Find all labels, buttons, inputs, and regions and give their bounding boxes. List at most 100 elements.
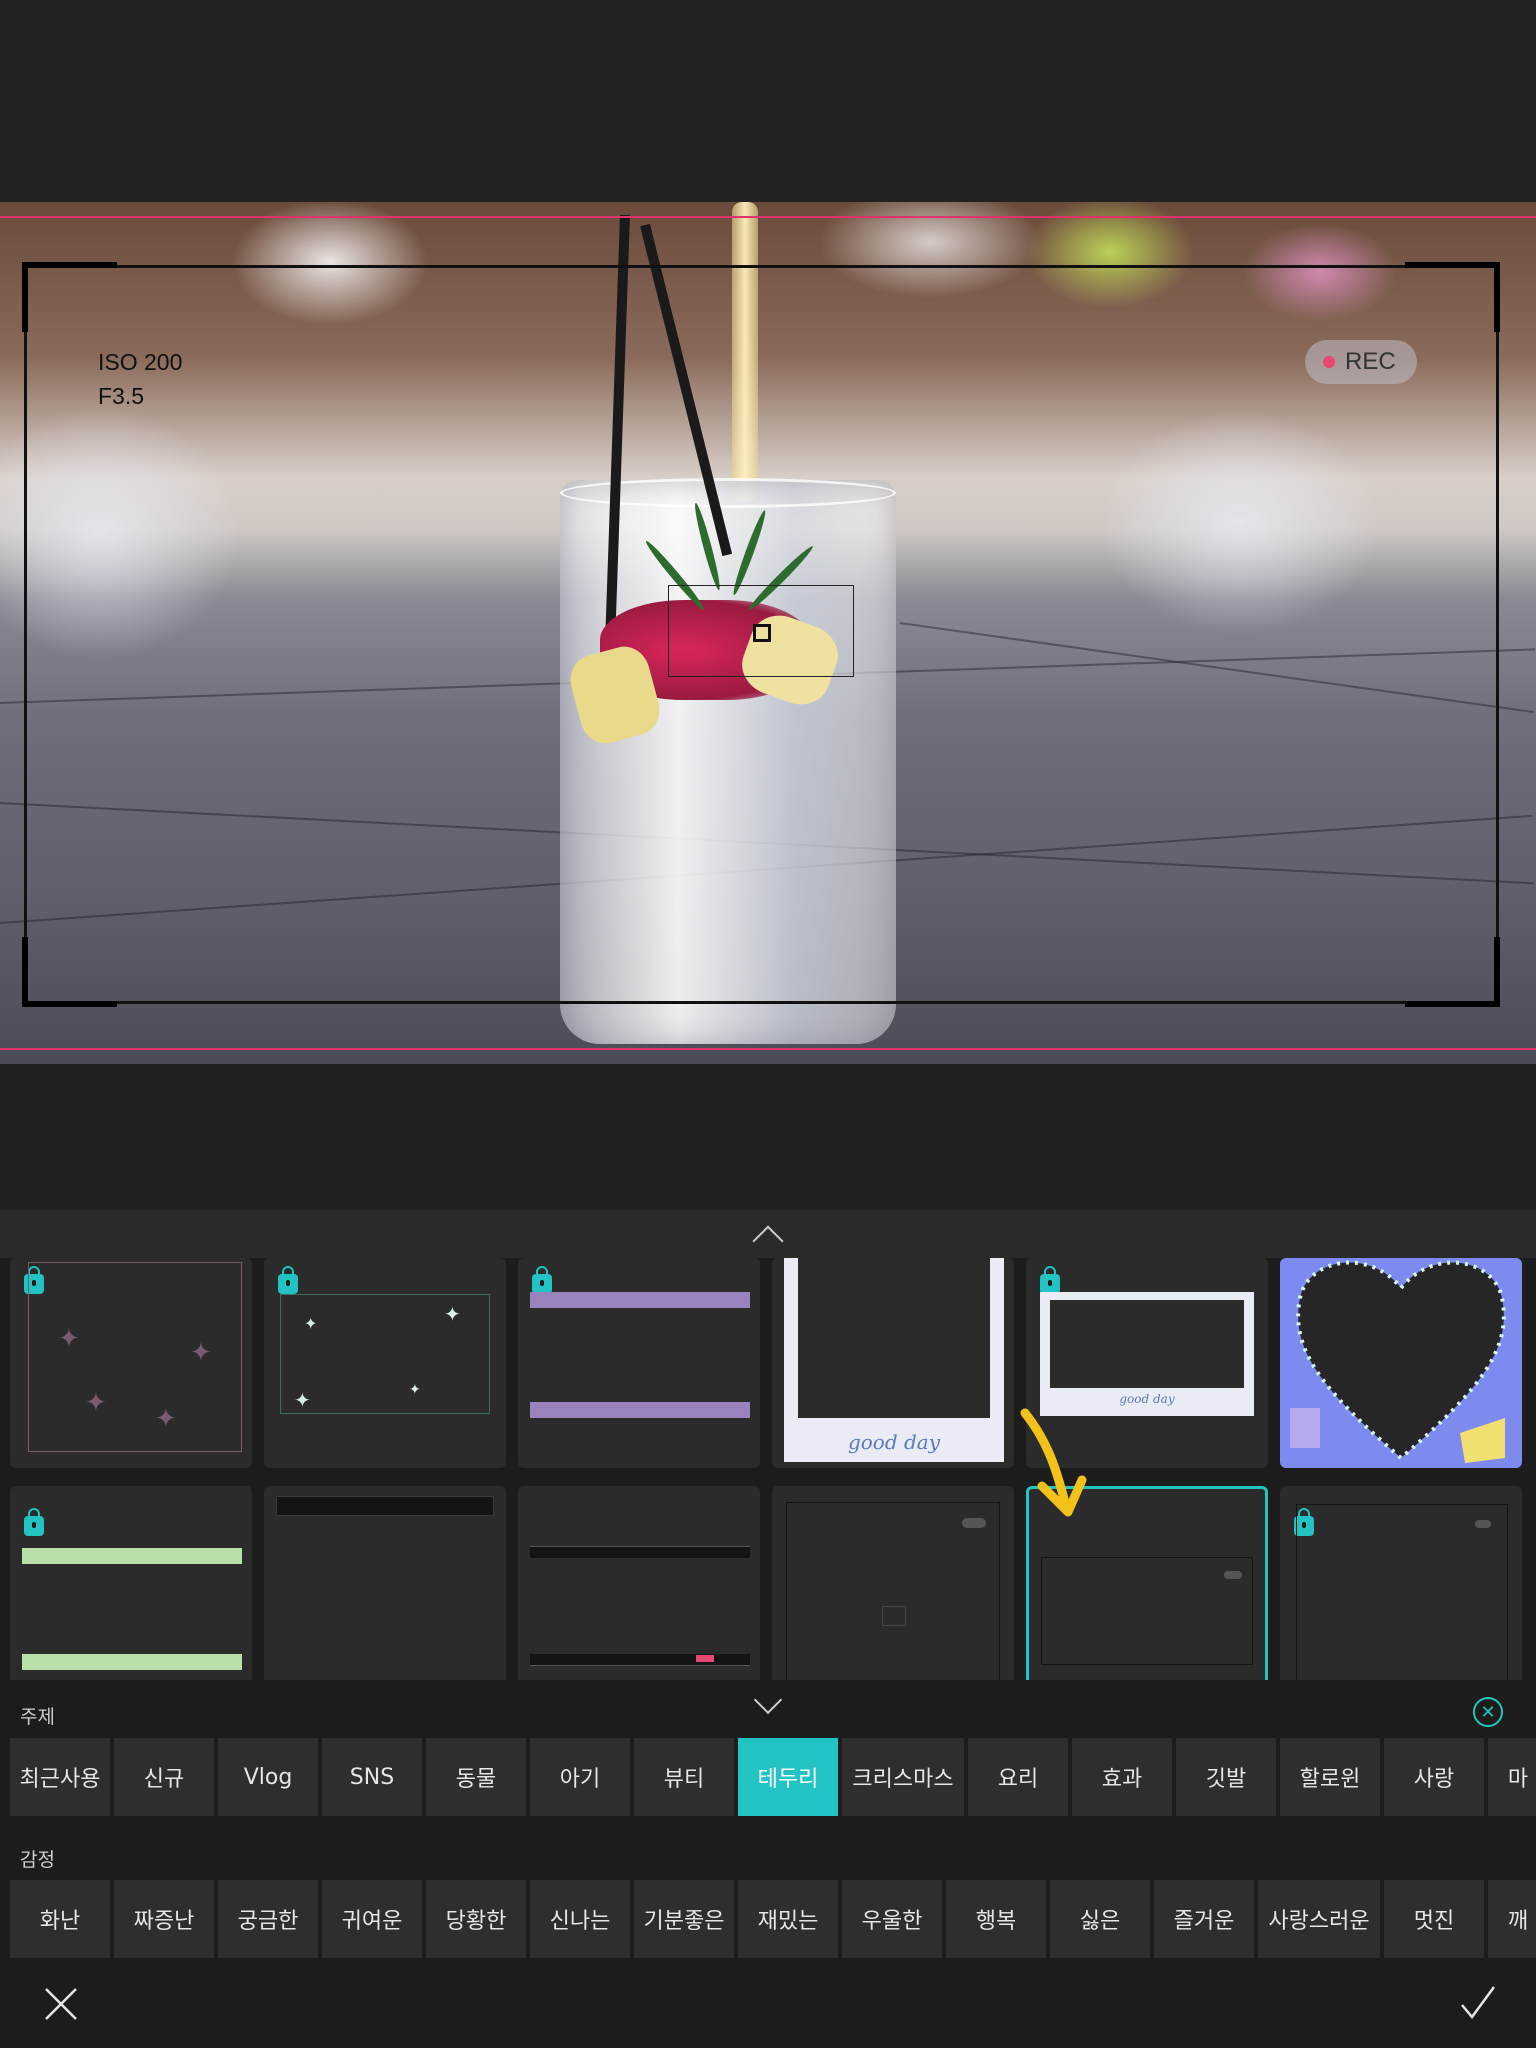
rec-mini-icon [962,1518,986,1528]
theme-chip[interactable]: 아기 [530,1738,630,1816]
safe-area-guide-top [0,216,1536,218]
frame-tile[interactable]: ✦ ✦ ✦ ✦ [10,1258,252,1468]
lock-icon [24,1508,44,1536]
emotion-section-label: 감정 [20,1849,55,1871]
theme-chip[interactable]: Vlog [218,1738,318,1816]
frame-tile[interactable] [772,1486,1014,1680]
theme-chip[interactable]: 할로윈 [1280,1738,1380,1816]
viewfinder-outline [1296,1504,1508,1680]
purple-band [530,1402,750,1418]
close-icon[interactable] [42,1985,80,2023]
emotion-chip[interactable]: 싫은 [1050,1880,1150,1958]
polaroid-card: good day [784,1258,1004,1462]
sparkle-icon: ✦ [58,1324,80,1354]
frame-tile[interactable] [1280,1258,1522,1468]
green-band [22,1654,242,1670]
theme-chip[interactable]: 마 [1488,1738,1536,1816]
lock-icon [1040,1266,1060,1294]
emotion-chip[interactable]: 즐거운 [1154,1880,1254,1958]
theme-chip[interactable]: 동물 [426,1738,526,1816]
safe-area-guide-bottom [0,1048,1536,1050]
close-circle-icon[interactable]: ✕ [1473,1697,1503,1727]
emotion-chip[interactable]: 귀여운 [322,1880,422,1958]
emotion-chip[interactable]: 멋진 [1384,1880,1484,1958]
record-dot-icon [1323,356,1335,368]
star-icon: ✦ [304,1314,318,1333]
camera-settings-text: ISO 200 F3.5 [98,345,182,413]
aperture-label: F3.5 [98,383,145,409]
rec-mini-icon [1224,1571,1242,1579]
green-band [22,1548,242,1564]
hud-frame-outline [786,1502,1000,1680]
frame-tile[interactable] [518,1258,760,1468]
theme-chip[interactable]: 효과 [1072,1738,1172,1816]
theme-chip-row: 최근사용 신규 Vlog SNS 동물 아기 뷰티 테두리 크리스마스 요리 효과 깃발 할로윈 사랑 마 [10,1738,1536,1816]
lock-icon [278,1266,298,1294]
sparkle-icon: ✦ [190,1338,212,1368]
frame-tile[interactable] [518,1486,760,1680]
frame-tile[interactable]: good day [772,1258,1014,1468]
purple-band [530,1292,750,1308]
grid-card: good day [1040,1292,1254,1416]
emotion-chip[interactable]: 짜증난 [114,1880,214,1958]
check-icon[interactable] [1458,1983,1498,2023]
theme-chip-active[interactable]: 테두리 [738,1738,838,1816]
star-icon: ✦ [409,1382,421,1398]
theme-chip[interactable]: 요리 [968,1738,1068,1816]
emotion-chip[interactable]: 우울한 [842,1880,942,1958]
emotion-chip[interactable]: 사랑스러운 [1258,1880,1380,1958]
top-bar [0,0,1536,202]
rec-label: REC [1345,348,1396,375]
theme-chip[interactable]: 크리스마스 [842,1738,964,1816]
theme-chip[interactable]: 깃발 [1176,1738,1276,1816]
sparkle-icon: ✦ [155,1404,177,1434]
battery-icon [696,1655,714,1662]
frame-tile[interactable] [1280,1486,1522,1680]
frame-corner-tr [1405,262,1500,332]
chevron-up-icon [752,1225,784,1257]
cinema-bar-bottom [530,1654,750,1666]
frame-corner-tl [22,262,117,332]
black-bar [276,1496,494,1516]
bottom-action-bar [0,1960,1536,2048]
frame-tile[interactable]: ✦ ✦ ✦ ✦ [264,1258,506,1468]
cinema-bar-top [530,1546,750,1558]
hud-frame-outline [1041,1557,1253,1665]
emotion-chip[interactable]: 재밌는 [738,1880,838,1958]
grid-window [1050,1300,1244,1388]
frame-corner-br [1405,937,1500,1007]
theme-chip[interactable]: 뷰티 [634,1738,734,1816]
chevron-down-icon [753,1685,783,1715]
collapse-panel-button[interactable] [0,1680,1536,1732]
iso-label: ISO 200 [98,349,183,375]
emotion-chip[interactable]: 깨 [1488,1880,1536,1958]
timeline-area [0,1064,1536,1210]
theme-chip[interactable]: 사랑 [1384,1738,1484,1816]
frame-corner-bl [22,937,117,1007]
expand-panel-button[interactable] [0,1210,1536,1258]
lock-icon [532,1266,552,1294]
sparkle-icon: ✦ [85,1388,107,1418]
theme-section-label: 주제 [20,1706,55,1728]
theme-chip[interactable]: 최근사용 [10,1738,110,1816]
heart-frame-icon [1290,1260,1506,1463]
emotion-chip[interactable]: 기분좋은 [634,1880,734,1958]
emotion-chip[interactable]: 화난 [10,1880,110,1958]
focus-mini-icon [882,1606,906,1626]
emotion-chip[interactable]: 당황한 [426,1880,526,1958]
good-day-caption: good day [847,1430,941,1454]
frame-tile[interactable] [10,1486,252,1680]
emotion-chip[interactable]: 신나는 [530,1880,630,1958]
theme-chip[interactable]: 신규 [114,1738,214,1816]
frame-template-grid: ✦ ✦ ✦ ✦ ✦ ✦ ✦ ✦ good day good day [0,1258,1536,1680]
emotion-chip-row: 화난 짜증난 궁금한 귀여운 당황한 신나는 기분좋은 재밌는 우울한 행복 싫은 즐거운 사랑스러운 멋… [10,1880,1536,1958]
star-icon: ✦ [444,1302,461,1326]
frame-tile[interactable] [264,1486,506,1680]
rec-badge: REC [1305,340,1417,384]
emotion-chip[interactable]: 궁금한 [218,1880,318,1958]
star-icon: ✦ [294,1388,311,1412]
polaroid-window [798,1258,990,1418]
focus-point-icon [753,624,771,642]
theme-chip[interactable]: SNS [322,1738,422,1816]
emotion-chip[interactable]: 행복 [946,1880,1046,1958]
